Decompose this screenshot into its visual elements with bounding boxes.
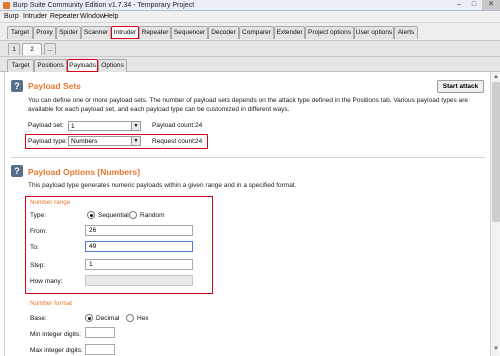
subtab-payloads[interactable]: Payloads xyxy=(67,59,98,72)
hex-radio[interactable] xyxy=(126,314,134,322)
subtab-target[interactable]: Target xyxy=(7,59,34,72)
main-tab-bar: Target Proxy Spider Scanner Intruder Rep… xyxy=(0,23,500,40)
menu-burp[interactable]: Burp xyxy=(4,13,19,21)
tab-project-options[interactable]: Project options xyxy=(305,26,354,39)
payload-set-label: Payload set: xyxy=(28,122,64,129)
base-label: Base: xyxy=(30,315,47,322)
burp-app-icon xyxy=(3,2,10,9)
tab-sequencer[interactable]: Sequencer xyxy=(171,26,208,39)
step-input[interactable]: 1 xyxy=(85,259,193,270)
how-many-input xyxy=(85,275,193,286)
from-input[interactable]: 26 xyxy=(85,225,193,236)
payload-set-select[interactable]: 1 ▼ xyxy=(68,121,141,131)
payload-options-title: Payload Options [Numbers] xyxy=(28,167,140,177)
random-label: Random xyxy=(140,212,165,219)
sub-tab-bar: Target Positions Payloads Options xyxy=(0,56,500,72)
subtab-positions[interactable]: Positions xyxy=(34,59,67,72)
request-count-value: 24 xyxy=(195,138,203,145)
max-integer-digits-input[interactable] xyxy=(85,344,115,355)
tab-decoder[interactable]: Decoder xyxy=(208,26,239,39)
how-many-label: How many: xyxy=(30,278,63,285)
sequential-radio[interactable] xyxy=(87,211,95,219)
scroll-down-icon[interactable]: ▼ xyxy=(493,346,499,352)
payload-type-label: Payload type: xyxy=(28,138,68,145)
tab-proxy[interactable]: Proxy xyxy=(33,26,56,39)
payload-set-value: 1 xyxy=(71,123,75,130)
scrollbar-thumb[interactable] xyxy=(492,82,500,222)
section-divider xyxy=(11,157,485,158)
payloads-panel: ? Payload Sets Start attack You can defi… xyxy=(4,72,490,356)
payload-sets-title: Payload Sets xyxy=(28,81,81,91)
start-attack-button[interactable]: Start attack xyxy=(437,80,484,93)
payload-count-label: Payload count: xyxy=(152,122,196,129)
payload-type-select[interactable]: Numbers ▼ xyxy=(68,136,141,146)
attack-tab-bar: 1 2 ... xyxy=(0,40,500,56)
payload-options-description: This payload type generates numeric payl… xyxy=(28,182,297,189)
to-label: To: xyxy=(30,244,39,251)
vertical-scrollbar[interactable]: ▲ ▼ xyxy=(490,72,500,356)
menu-repeater[interactable]: Repeater xyxy=(50,13,79,21)
payload-sets-description: You can define one or more payload sets.… xyxy=(28,97,469,113)
help-icon[interactable]: ? xyxy=(11,80,23,92)
tab-intruder[interactable]: Intruder xyxy=(111,26,139,39)
tab-alerts[interactable]: Alerts xyxy=(394,26,418,39)
attack-tab-2[interactable]: 2 xyxy=(22,43,42,55)
decimal-radio[interactable] xyxy=(85,314,93,322)
menu-intruder[interactable]: Intruder xyxy=(23,13,47,21)
min-integer-digits-input[interactable] xyxy=(85,327,115,338)
to-input[interactable]: 49 xyxy=(85,241,193,252)
tab-repeater[interactable]: Repeater xyxy=(139,26,171,39)
sequential-label: Sequential xyxy=(98,212,129,219)
max-integer-digits-label: Max integer digits: xyxy=(30,347,83,354)
attack-tab-1[interactable]: 1 xyxy=(8,43,20,55)
hex-label: Hex xyxy=(137,315,149,322)
min-integer-digits-label: Min integer digits: xyxy=(30,331,81,338)
chevron-down-icon: ▼ xyxy=(131,122,140,130)
help-icon[interactable]: ? xyxy=(11,165,23,177)
payload-type-value: Numbers xyxy=(71,138,98,145)
request-count-label: Request count: xyxy=(152,138,196,145)
menu-help[interactable]: Help xyxy=(104,13,118,21)
step-label: Step: xyxy=(30,262,46,269)
minimize-button[interactable]: – xyxy=(452,0,466,10)
range-type-label: Type: xyxy=(30,212,46,219)
maximize-button[interactable]: □ xyxy=(467,0,481,10)
scroll-up-icon[interactable]: ▲ xyxy=(493,74,499,80)
from-label: From: xyxy=(30,228,47,235)
tab-user-options[interactable]: User options xyxy=(354,26,394,39)
number-range-heading: Number range xyxy=(30,199,71,206)
tab-extender[interactable]: Extender xyxy=(274,26,305,39)
window-title: Burp Suite Community Edition v1.7.34 - T… xyxy=(13,2,195,9)
subtab-options[interactable]: Options xyxy=(98,59,127,72)
menu-window[interactable]: Window xyxy=(80,13,105,21)
decimal-label: Decimal xyxy=(96,315,120,322)
tab-comparer[interactable]: Comparer xyxy=(239,26,274,39)
title-bar: Burp Suite Community Edition v1.7.34 - T… xyxy=(0,0,500,11)
random-radio[interactable] xyxy=(129,211,137,219)
new-attack-tab[interactable]: ... xyxy=(44,43,56,55)
payload-count-value: 24 xyxy=(195,122,203,129)
menu-bar: Burp Intruder Repeater Window Help xyxy=(0,11,500,23)
tab-spider[interactable]: Spider xyxy=(56,26,81,39)
number-format-heading: Number format xyxy=(30,300,72,307)
close-button[interactable]: ✕ xyxy=(482,0,500,10)
tab-scanner[interactable]: Scanner xyxy=(81,26,111,39)
chevron-down-icon: ▼ xyxy=(131,137,140,145)
tab-target[interactable]: Target xyxy=(7,26,33,39)
